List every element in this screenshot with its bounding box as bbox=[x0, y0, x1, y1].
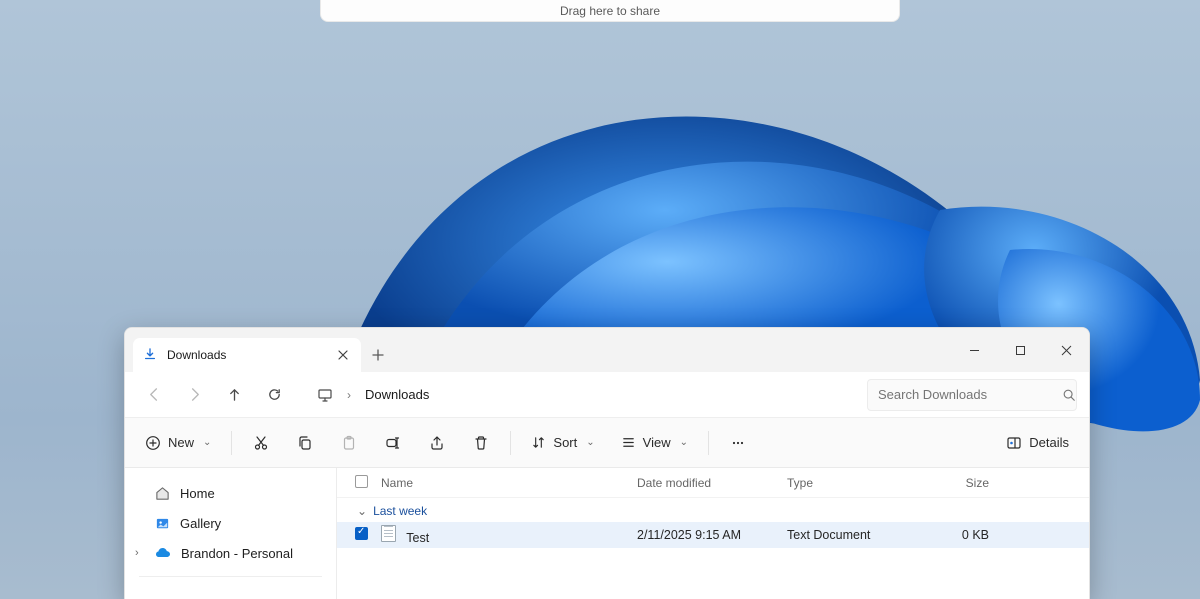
group-header[interactable]: ⌄ Last week bbox=[337, 498, 1089, 522]
column-name[interactable]: Name bbox=[381, 476, 637, 490]
file-row[interactable]: Test 2/11/2025 9:15 AM Text Document 0 K… bbox=[337, 522, 1089, 548]
new-button[interactable]: New ⌄ bbox=[137, 426, 219, 460]
select-all-checkbox[interactable] bbox=[355, 475, 368, 488]
column-headers[interactable]: Name Date modified Type Size bbox=[337, 468, 1089, 498]
chevron-down-icon: ⌄ bbox=[357, 504, 367, 518]
file-name-cell: Test bbox=[381, 525, 637, 545]
forward-button[interactable] bbox=[177, 378, 211, 412]
chevron-right-icon: › bbox=[347, 388, 351, 402]
maximize-button[interactable] bbox=[997, 328, 1043, 372]
copy-button[interactable] bbox=[288, 426, 322, 460]
minimize-button[interactable] bbox=[951, 328, 997, 372]
search-box[interactable] bbox=[867, 379, 1077, 411]
column-date[interactable]: Date modified bbox=[637, 476, 787, 490]
search-icon bbox=[1062, 388, 1076, 402]
chevron-down-icon: ⌄ bbox=[586, 437, 594, 448]
details-label: Details bbox=[1029, 435, 1069, 450]
row-checkbox[interactable] bbox=[355, 527, 368, 540]
tab-downloads[interactable]: Downloads bbox=[133, 338, 361, 372]
chevron-right-icon[interactable]: › bbox=[135, 547, 139, 559]
file-explorer-window: Downloads › Downloads bbox=[124, 327, 1090, 599]
navigation-pane: Home Gallery › Brandon - Personal bbox=[125, 468, 337, 599]
search-input[interactable] bbox=[878, 387, 1054, 402]
home-icon bbox=[155, 486, 170, 501]
gallery-icon bbox=[155, 516, 170, 531]
delete-button[interactable] bbox=[464, 426, 498, 460]
column-type[interactable]: Type bbox=[787, 476, 919, 490]
tab-title: Downloads bbox=[167, 348, 325, 362]
file-list-pane: Name Date modified Type Size ⌄ Last week… bbox=[337, 468, 1089, 599]
separator bbox=[231, 431, 232, 455]
sidebar-item-onedrive-personal[interactable]: › Brandon - Personal bbox=[125, 538, 336, 568]
sidebar-label: Brandon - Personal bbox=[181, 546, 293, 561]
close-tab-button[interactable] bbox=[335, 347, 351, 363]
refresh-button[interactable] bbox=[257, 378, 291, 412]
share-drop-label: Drag here to share bbox=[560, 4, 660, 18]
breadcrumb[interactable]: › Downloads bbox=[311, 387, 861, 403]
pc-icon bbox=[317, 387, 333, 403]
share-button[interactable] bbox=[420, 426, 454, 460]
sort-label: Sort bbox=[553, 435, 577, 450]
view-button[interactable]: View ⌄ bbox=[613, 426, 696, 460]
file-name: Test bbox=[406, 531, 429, 545]
details-pane-button[interactable]: Details bbox=[998, 426, 1077, 460]
sidebar-label: Home bbox=[180, 486, 215, 501]
separator bbox=[510, 431, 511, 455]
sort-button[interactable]: Sort ⌄ bbox=[523, 426, 602, 460]
up-button[interactable] bbox=[217, 378, 251, 412]
new-label: New bbox=[168, 435, 194, 450]
download-icon bbox=[143, 348, 157, 362]
back-button[interactable] bbox=[137, 378, 171, 412]
separator bbox=[708, 431, 709, 455]
paste-button[interactable] bbox=[332, 426, 366, 460]
share-drop-target[interactable]: Drag here to share bbox=[320, 0, 900, 22]
cut-button[interactable] bbox=[244, 426, 278, 460]
chevron-down-icon: ⌄ bbox=[203, 437, 211, 448]
group-label: Last week bbox=[373, 504, 427, 518]
content-area: Home Gallery › Brandon - Personal Name D… bbox=[125, 468, 1089, 599]
breadcrumb-location: Downloads bbox=[365, 387, 429, 402]
file-date: 2/11/2025 9:15 AM bbox=[637, 528, 787, 542]
sidebar-item-home[interactable]: Home bbox=[125, 478, 336, 508]
window-controls bbox=[951, 328, 1089, 372]
view-label: View bbox=[643, 435, 671, 450]
rename-button[interactable] bbox=[376, 426, 410, 460]
new-tab-button[interactable] bbox=[361, 338, 395, 372]
more-button[interactable] bbox=[721, 426, 755, 460]
tab-strip: Downloads bbox=[125, 328, 1089, 372]
chevron-down-icon: ⌄ bbox=[680, 437, 688, 448]
column-size[interactable]: Size bbox=[919, 476, 989, 490]
onedrive-icon bbox=[155, 547, 171, 559]
text-file-icon bbox=[381, 525, 396, 542]
file-type: Text Document bbox=[787, 528, 919, 542]
command-bar: New ⌄ Sort ⌄ View ⌄ Details bbox=[125, 418, 1089, 468]
address-bar-row: › Downloads bbox=[125, 372, 1089, 418]
close-window-button[interactable] bbox=[1043, 328, 1089, 372]
sidebar-label: Gallery bbox=[180, 516, 221, 531]
sidebar-item-gallery[interactable]: Gallery bbox=[125, 508, 336, 538]
file-size: 0 KB bbox=[919, 528, 989, 542]
separator bbox=[139, 576, 322, 577]
